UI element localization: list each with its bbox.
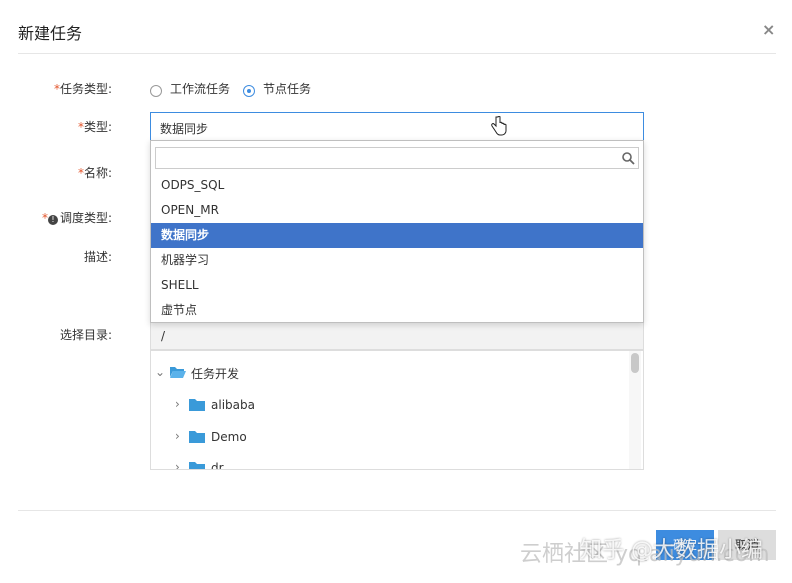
chevron-down-icon[interactable]: ⌄ (155, 365, 165, 379)
description-label: 描述: (83, 250, 112, 264)
dropdown-option-data-sync[interactable]: 数据同步 (151, 223, 643, 248)
tree-scrollbar-thumb[interactable] (631, 353, 639, 373)
dropdown-option-odps-sql[interactable]: ODPS_SQL (151, 173, 643, 198)
dialog-title: 新建任务 (18, 24, 83, 43)
name-label: *名称: (77, 166, 112, 180)
radio-workflow-label[interactable]: 工作流任务 (170, 80, 230, 97)
folder-icon (189, 462, 205, 469)
folder-icon (189, 399, 205, 411)
tree-node-alibaba[interactable]: alibaba (211, 398, 255, 412)
directory-path-field: / (150, 322, 644, 350)
watermark-overlay: 知乎 @大数据小编 (580, 538, 763, 563)
chevron-right-icon[interactable]: › (175, 397, 180, 411)
dropdown-option-machine-learning[interactable]: 机器学习 (151, 248, 643, 273)
dropdown-option-open-mr[interactable]: OPEN_MR (151, 198, 643, 223)
folder-icon (189, 431, 205, 443)
schedule-type-label: *! 调度类型: (41, 211, 112, 225)
search-icon (622, 152, 635, 165)
type-select[interactable]: 数据同步 (150, 112, 644, 142)
close-icon[interactable]: × (762, 20, 775, 39)
type-dropdown: ODPS_SQL OPEN_MR 数据同步 机器学习 SHELL 虚节点 (150, 140, 644, 323)
type-select-value: 数据同步 (160, 122, 209, 136)
dropdown-search-input[interactable] (155, 147, 639, 169)
directory-label: 选择目录: (59, 328, 112, 342)
type-label: *类型: (77, 120, 112, 134)
radio-node-label[interactable]: 节点任务 (263, 80, 311, 97)
chevron-right-icon[interactable]: › (175, 460, 180, 469)
footer-divider (18, 510, 776, 511)
task-type-label: *任务类型: (53, 82, 112, 96)
directory-path-value: / (161, 329, 166, 343)
radio-node-task[interactable] (243, 85, 255, 97)
folder-open-icon (170, 367, 186, 378)
tree-node-root[interactable]: 任务开发 (191, 365, 239, 382)
directory-tree[interactable]: ⌄ 任务开发 › alibaba › Demo › dr (150, 350, 644, 470)
tree-node-demo[interactable]: Demo (211, 430, 247, 444)
chevron-right-icon[interactable]: › (175, 429, 180, 443)
radio-workflow-task[interactable] (150, 85, 162, 97)
tree-node-dr[interactable]: dr (211, 461, 224, 469)
header-divider (18, 53, 776, 54)
dropdown-option-shell[interactable]: SHELL (151, 273, 643, 298)
info-icon: ! (47, 215, 58, 225)
dropdown-option-virtual-node[interactable]: 虚节点 (151, 298, 643, 323)
hand-cursor-icon (491, 116, 507, 136)
